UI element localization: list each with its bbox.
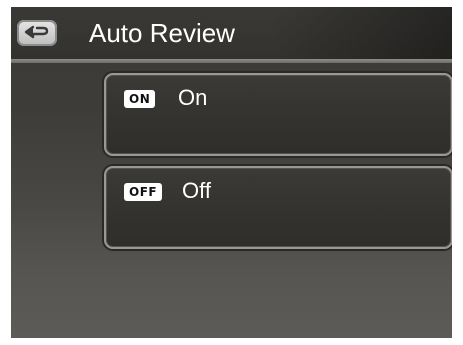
option-off-label: Off (182, 178, 211, 203)
title-bar: Auto Review (11, 7, 452, 63)
back-arrow-icon (23, 25, 51, 41)
back-button[interactable] (17, 20, 57, 46)
option-on-label: On (178, 85, 208, 110)
option-off-button[interactable]: OFF Off (104, 166, 452, 249)
on-badge-icon: ON (124, 90, 156, 108)
title-divider (11, 59, 452, 63)
title-bar-shade (272, 7, 452, 59)
off-badge-icon: OFF (124, 183, 163, 201)
page-title: Auto Review (89, 18, 235, 48)
camera-menu-screen: Auto Review ON On OFF Off (11, 7, 452, 338)
option-on-button[interactable]: ON On (104, 73, 452, 156)
